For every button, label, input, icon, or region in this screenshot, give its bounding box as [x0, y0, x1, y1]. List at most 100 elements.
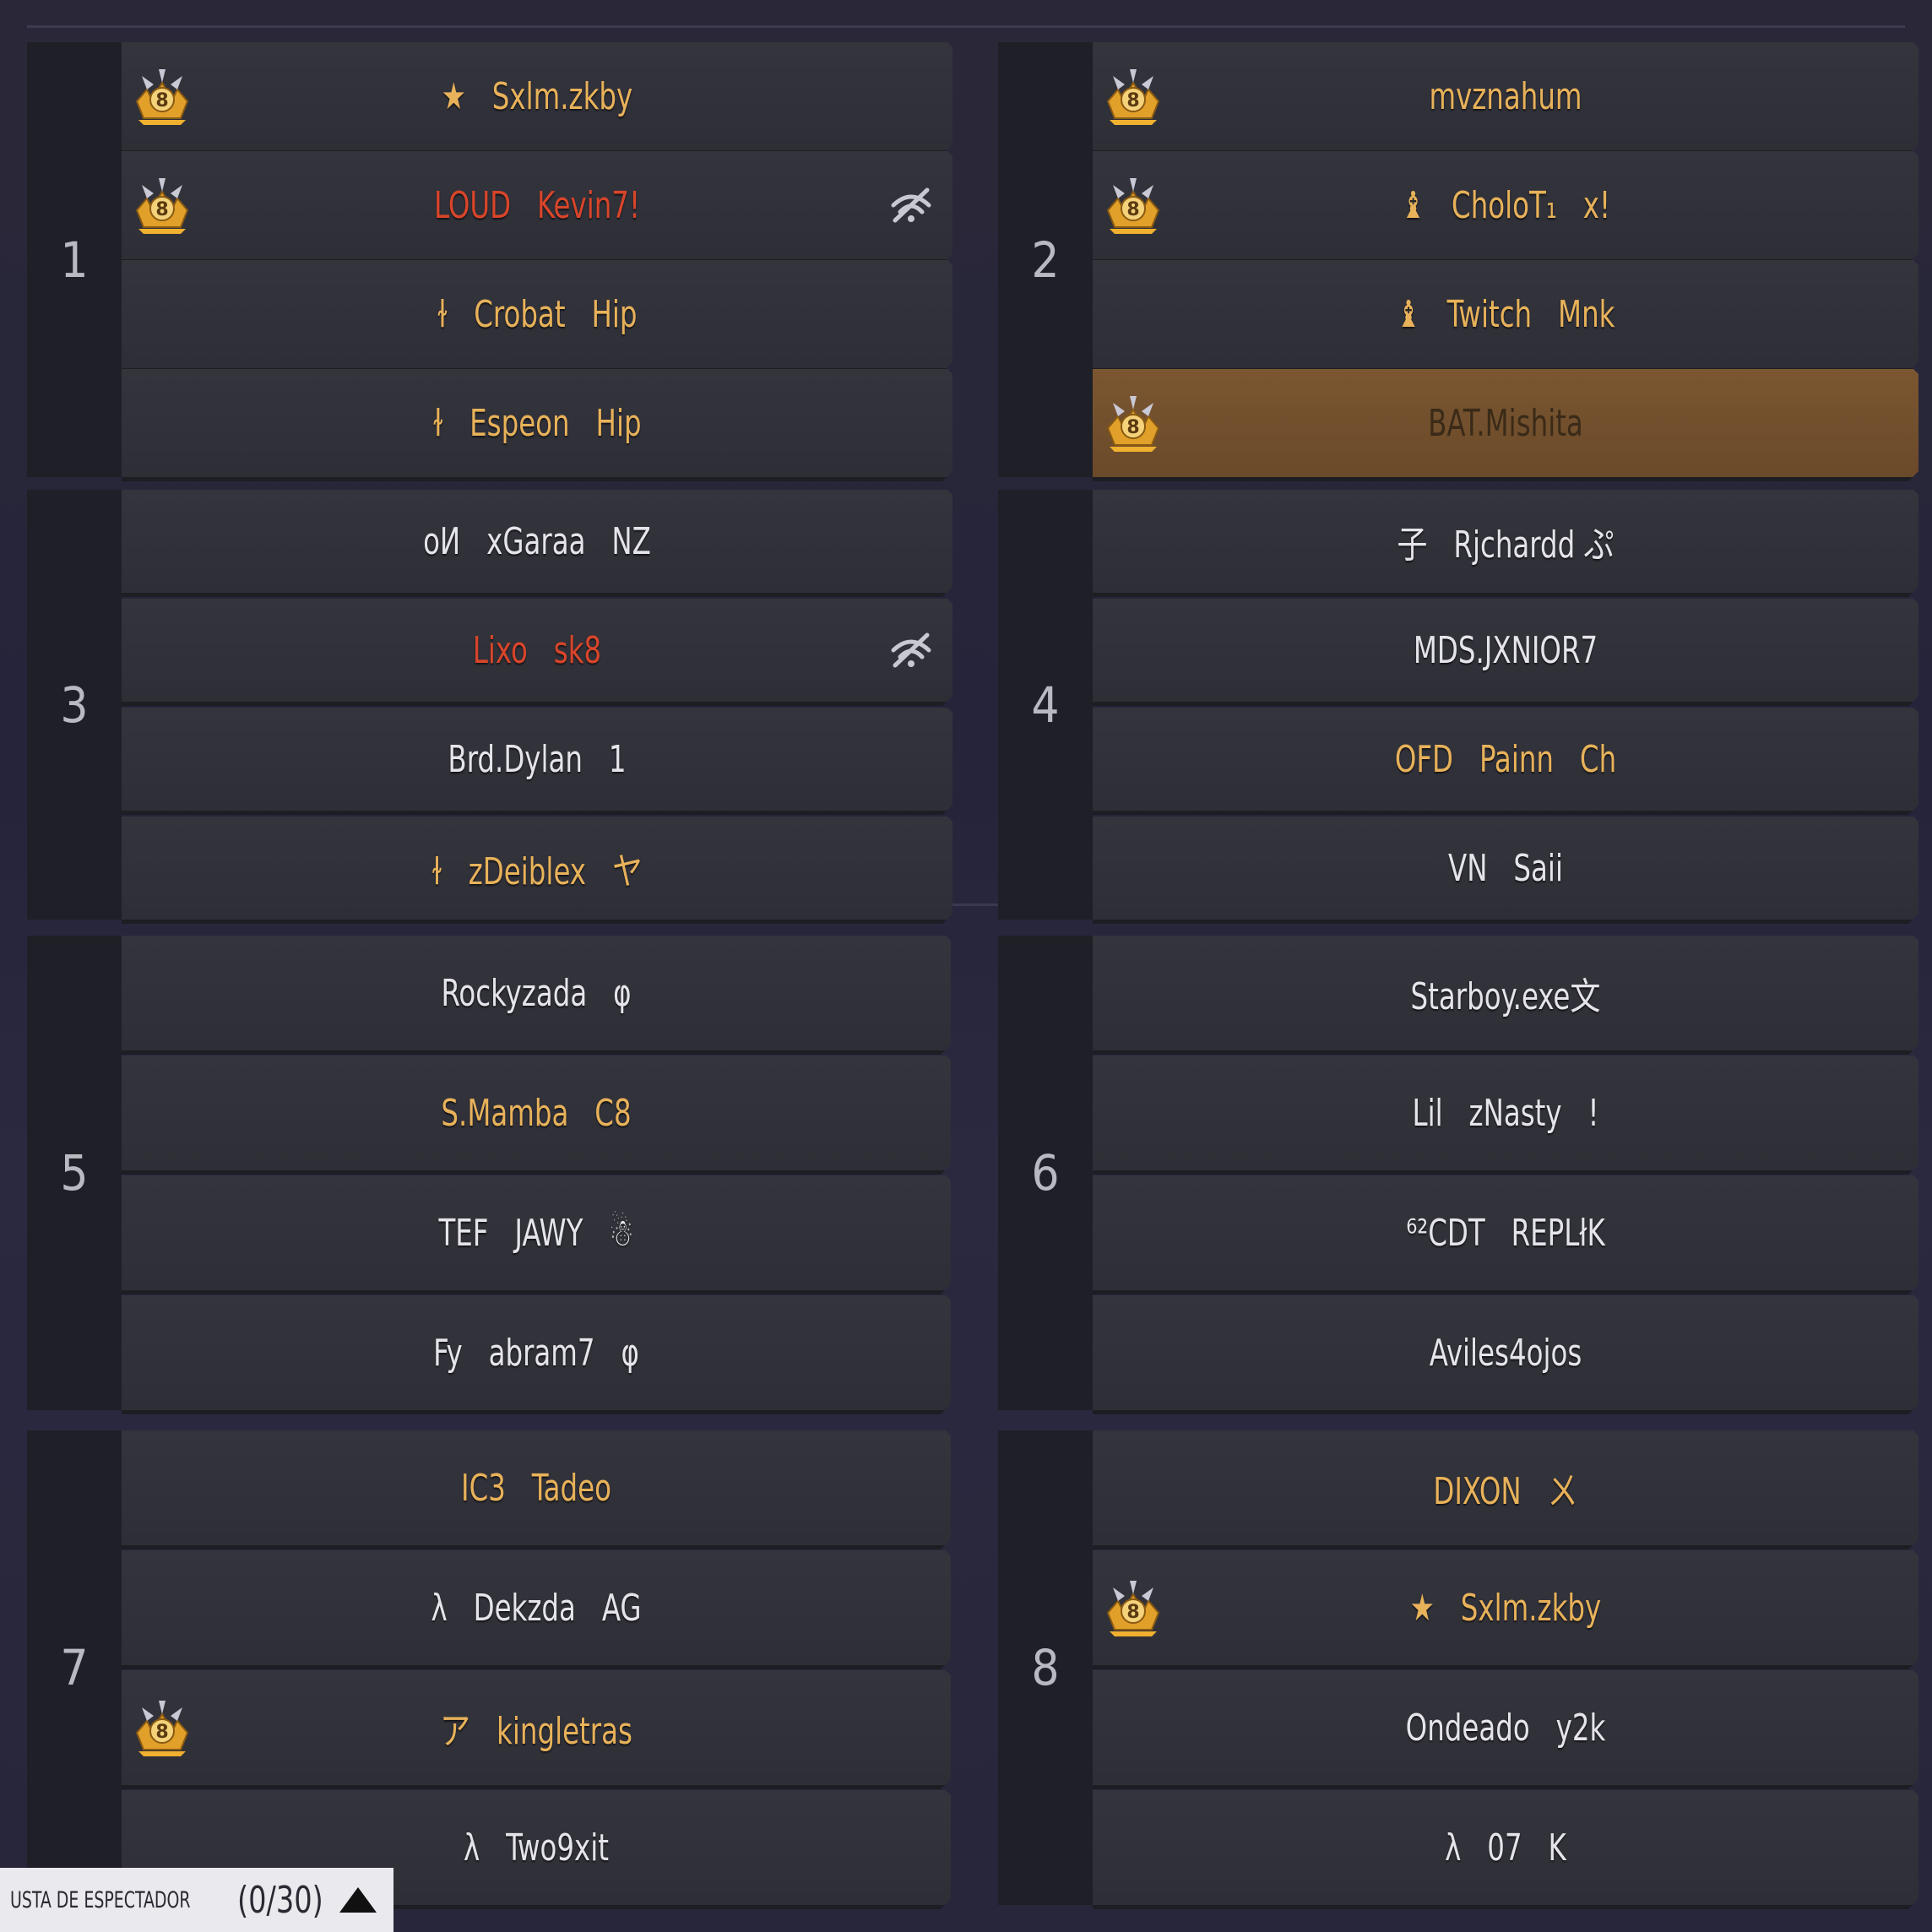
team-block-7: 7 IC3 Tadeo λ Dekzda AG 8 ア kingletras λ Tw… — [27, 1430, 951, 1905]
team-number: 4 — [998, 490, 1093, 920]
no-connection-icon — [888, 632, 934, 669]
player-name: BAT.Mishita — [1428, 401, 1583, 445]
player-list: 子 Rjchardd ぷ MDS.JXNIOR7 OFD Painn Ch VN Sa… — [1093, 490, 1918, 920]
player-name: DIXON ㄨ — [1433, 1470, 1578, 1513]
player-list: oИ xGaraa NZ Lixo sk8 Brd.Dylan 1 ɫ zDeibl… — [122, 490, 952, 920]
player-slot[interactable]: λ Dekzda AG — [122, 1550, 951, 1669]
player-list: Starboy.exe文 Lil zNasty ! ⁶²CDT REPLłK Avil… — [1093, 936, 1918, 1410]
rank-crown-icon: 8 — [1101, 173, 1165, 237]
svg-text:8: 8 — [155, 90, 168, 111]
svg-text:8: 8 — [1126, 417, 1139, 438]
player-slot[interactable]: MDS.JXNIOR7 — [1093, 599, 1918, 706]
svg-text:8: 8 — [1126, 90, 1139, 111]
player-slot[interactable]: TEF JAWY ☃ — [122, 1175, 951, 1294]
player-name: ɫ Crobat Hip — [437, 292, 638, 336]
player-slot[interactable]: 子 Rjchardd ぷ — [1093, 490, 1918, 597]
player-list: IC3 Tadeo λ Dekzda AG 8 ア kingletras λ Two… — [122, 1430, 951, 1905]
player-slot[interactable]: ɫ Espeon Hip — [122, 369, 952, 481]
rank-crown-icon: 8 — [1101, 64, 1165, 128]
player-slot[interactable]: ♝ Twitch Mnk — [1093, 260, 1918, 372]
player-slot[interactable]: ɫ Crobat Hip — [122, 260, 952, 372]
team-block-1: 1 8 ★ Sxlm.zkby 8 LOUD Kevin7! ɫ Crobat … — [27, 42, 952, 477]
player-name: S.Mamba C8 — [441, 1091, 632, 1135]
rank-crown-icon: 8 — [130, 173, 194, 237]
player-slot[interactable]: 8 ★ Sxlm.zkby — [1093, 1550, 1918, 1669]
player-slot[interactable]: 8 ★ Sxlm.zkby — [122, 42, 952, 155]
player-name: ♝ Twitch Mnk — [1396, 292, 1615, 336]
player-name: ɫ zDeiblex ヤ — [431, 850, 643, 893]
player-slot[interactable]: DIXON ㄨ — [1093, 1430, 1918, 1549]
team-block-8: 8 DIXON ㄨ 8 ★ Sxlm.zkby Ondeado y2k λ 07 K — [998, 1430, 1918, 1905]
player-slot[interactable]: oИ xGaraa NZ — [122, 490, 952, 597]
player-name: Rockyzada φ — [441, 971, 632, 1015]
team-block-6: 6 Starboy.exe文 Lil zNasty ! ⁶²CDT REPLłK Avi… — [998, 936, 1918, 1410]
player-slot[interactable]: Ondeado y2k — [1093, 1670, 1918, 1789]
player-slot[interactable]: 8 ア kingletras — [122, 1670, 951, 1789]
spectator-list-bar[interactable]: USTA DE ESPECTADOR (0/30) — [0, 1868, 393, 1932]
player-name: TEF JAWY ☃ — [438, 1211, 634, 1255]
player-slot[interactable]: Lixo sk8 — [122, 599, 952, 706]
team-block-5: 5 Rockyzada φ S.Mamba C8 TEF JAWY ☃ Fy abram… — [27, 936, 951, 1410]
player-name: 子 Rjchardd ぷ — [1397, 524, 1615, 567]
spectator-count: (0/30) — [236, 1878, 323, 1922]
player-name: OFD Painn Ch — [1394, 737, 1617, 781]
player-name: Starboy.exe文 — [1410, 975, 1601, 1018]
player-slot[interactable]: 8 LOUD Kevin7! — [122, 151, 952, 263]
rank-crown-icon: 8 — [130, 1696, 194, 1760]
player-slot[interactable]: Rockyzada φ — [122, 936, 951, 1055]
player-slot[interactable]: Lil zNasty ! — [1093, 1056, 1918, 1175]
player-list: DIXON ㄨ 8 ★ Sxlm.zkby Ondeado y2k λ 07 K — [1093, 1430, 1918, 1905]
rank-crown-icon: 8 — [130, 64, 194, 128]
player-name: ɫ Espeon Hip — [432, 401, 642, 445]
svg-text:8: 8 — [1126, 199, 1139, 220]
player-slot[interactable]: 8 ♝ CholoT₁ x! — [1093, 151, 1918, 263]
player-name: ★ Sxlm.zkby — [1409, 1586, 1602, 1630]
player-slot[interactable]: OFD Painn Ch — [1093, 708, 1918, 815]
player-name: ♝ CholoT₁ x! — [1401, 183, 1610, 227]
team-number: 5 — [27, 936, 122, 1410]
player-name: MDS.JXNIOR7 — [1413, 628, 1598, 672]
player-slot[interactable]: Aviles4ojos — [1093, 1295, 1918, 1414]
team-number: 7 — [27, 1430, 122, 1905]
team-number: 3 — [27, 490, 122, 920]
player-name: Lixo sk8 — [472, 628, 602, 672]
player-name: ア kingletras — [440, 1710, 632, 1753]
player-name: mvznahum — [1429, 74, 1582, 118]
player-name: λ 07 K — [1445, 1826, 1566, 1870]
expand-up-icon[interactable] — [339, 1887, 377, 1913]
rank-crown-icon: 8 — [1101, 391, 1165, 455]
player-slot[interactable]: 8 mvznahum — [1093, 42, 1918, 155]
player-name: Lil zNasty ! — [1412, 1091, 1599, 1135]
team-number: 6 — [998, 936, 1093, 1410]
player-name: λ Dekzda AG — [431, 1586, 642, 1630]
player-name: IC3 Tadeo — [461, 1466, 611, 1510]
svg-text:8: 8 — [155, 199, 168, 220]
player-name: Aviles4ojos — [1429, 1331, 1582, 1375]
player-name: ★ Sxlm.zkby — [441, 74, 633, 118]
player-list: Rockyzada φ S.Mamba C8 TEF JAWY ☃ Fy abram7… — [122, 936, 951, 1410]
team-number: 1 — [27, 42, 122, 477]
team-block-3: 3 oИ xGaraa NZ Lixo sk8 Brd.Dylan 1 ɫ zDeib… — [27, 490, 952, 920]
svg-text:8: 8 — [1126, 1602, 1139, 1623]
spectator-list-label: USTA DE ESPECTADOR — [10, 1886, 191, 1913]
player-slot[interactable]: λ 07 K — [1093, 1790, 1918, 1909]
rank-crown-icon: 8 — [1101, 1576, 1165, 1640]
top-divider — [27, 25, 1905, 28]
player-slot[interactable]: Brd.Dylan 1 — [122, 708, 952, 815]
player-slot[interactable]: Starboy.exe文 — [1093, 936, 1918, 1055]
player-slot[interactable]: IC3 Tadeo — [122, 1430, 951, 1549]
player-name: ⁶²CDT REPLłK — [1406, 1211, 1605, 1255]
team-number: 2 — [998, 42, 1093, 477]
player-name: VN Saii — [1448, 846, 1563, 890]
player-slot[interactable]: S.Mamba C8 — [122, 1056, 951, 1175]
player-slot[interactable]: Fy abram7 φ — [122, 1295, 951, 1414]
player-slot[interactable]: ɫ zDeiblex ヤ — [122, 817, 952, 924]
player-name: oИ xGaraa NZ — [423, 519, 651, 563]
player-name: Ondeado y2k — [1405, 1706, 1606, 1750]
no-connection-icon — [888, 187, 934, 224]
player-name: Fy abram7 φ — [433, 1331, 639, 1375]
player-slot[interactable]: ⁶²CDT REPLłK — [1093, 1175, 1918, 1294]
player-list: 8 mvznahum 8 ♝ CholoT₁ x! ♝ Twitch Mnk 8 … — [1093, 42, 1918, 477]
player-slot-self[interactable]: 8 BAT.Mishita — [1093, 369, 1918, 481]
player-slot[interactable]: VN Saii — [1093, 817, 1918, 924]
